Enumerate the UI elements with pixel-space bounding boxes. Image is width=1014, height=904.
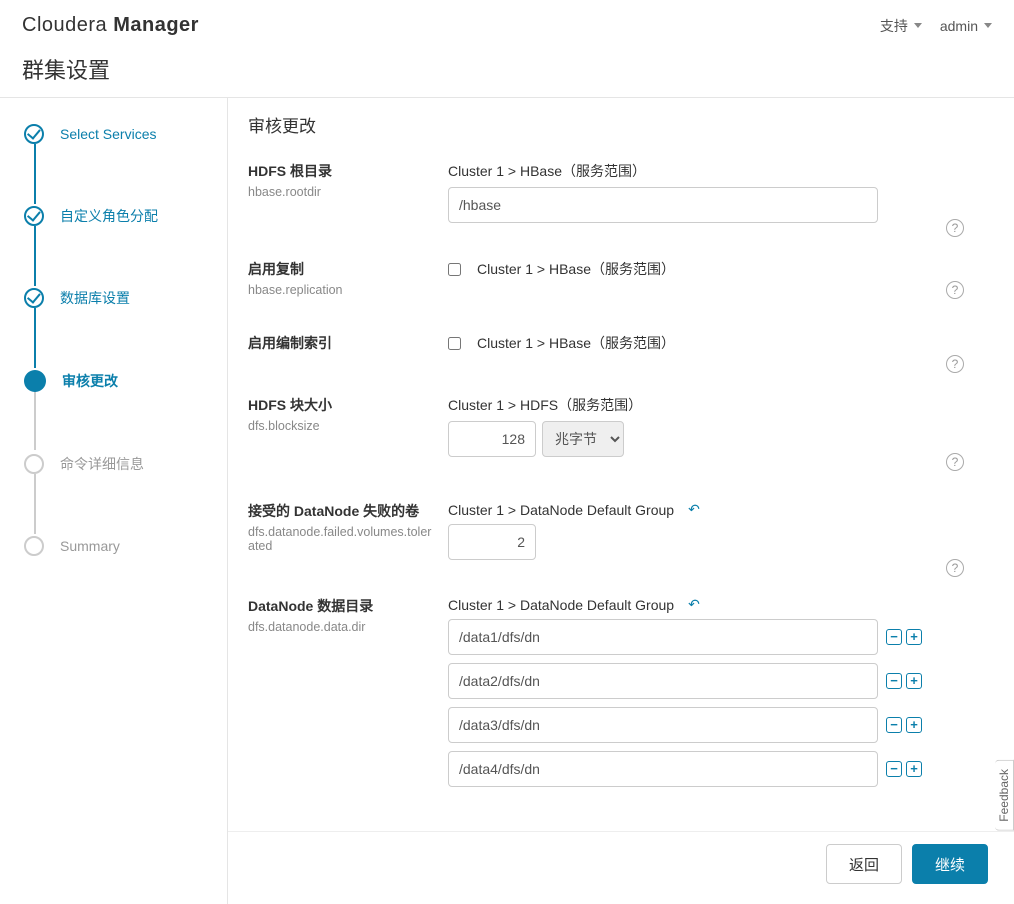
continue-button[interactable]: 继续 xyxy=(912,844,988,884)
setting-key: dfs.blocksize xyxy=(248,419,432,433)
setting-key: dfs.datanode.data.dir xyxy=(248,620,432,634)
datadir-row: −+ xyxy=(448,707,994,743)
setting-scope: Cluster 1 > HBase（服务范围） xyxy=(448,259,994,279)
step-summary: Summary xyxy=(24,536,217,556)
step-cmd-details: 命令详细信息 xyxy=(24,454,217,474)
setting-key: dfs.datanode.failed.volumes.tolerated xyxy=(248,525,432,553)
footer: 返回 继续 xyxy=(228,831,1014,896)
remove-button[interactable]: − xyxy=(886,629,902,645)
datadir-row: −+ xyxy=(448,663,994,699)
step-label: Select Services xyxy=(60,126,156,142)
blocksize-unit-select[interactable]: 兆字节 xyxy=(542,421,624,457)
back-button[interactable]: 返回 xyxy=(826,844,902,884)
help-icon[interactable]: ? xyxy=(946,453,964,471)
step-line xyxy=(34,474,36,534)
caret-icon xyxy=(914,23,922,28)
setting-scope: Cluster 1 > DataNode Default Group ↶ xyxy=(448,501,994,518)
step-db-setup[interactable]: 数据库设置 xyxy=(24,288,217,308)
step-label: 审核更改 xyxy=(62,371,118,391)
add-button[interactable]: + xyxy=(906,717,922,733)
step-line xyxy=(34,390,36,450)
help-icon[interactable]: ? xyxy=(946,559,964,577)
scope-text: Cluster 1 > HBase（服务范围） xyxy=(477,259,675,279)
add-button[interactable]: + xyxy=(906,761,922,777)
remove-button[interactable]: − xyxy=(886,761,902,777)
step-label: 自定义角色分配 xyxy=(60,206,158,226)
step-label: 命令详细信息 xyxy=(60,454,144,474)
top-links: 支持 admin xyxy=(880,16,992,36)
setting-hbase-replication: 启用复制 hbase.replication Cluster 1 > HBase… xyxy=(248,259,994,297)
check-icon xyxy=(24,288,44,308)
scope-text: Cluster 1 > DataNode Default Group xyxy=(448,597,674,613)
setting-label: HDFS 根目录 xyxy=(248,161,432,181)
step-line xyxy=(34,226,36,286)
remove-button[interactable]: − xyxy=(886,673,902,689)
user-label: admin xyxy=(940,18,978,34)
setting-hbase-rootdir: HDFS 根目录 hbase.rootdir Cluster 1 > HBase… xyxy=(248,161,994,223)
brand-bold: Manager xyxy=(113,14,199,36)
indexing-checkbox[interactable] xyxy=(448,337,461,350)
rootdir-input[interactable] xyxy=(448,187,878,223)
setting-scope: Cluster 1 > HBase（服务范围） xyxy=(448,333,994,353)
setting-label: HDFS 块大小 xyxy=(248,395,432,415)
help-icon[interactable]: ? xyxy=(946,355,964,373)
step-select-services[interactable]: Select Services xyxy=(24,124,217,144)
caret-icon xyxy=(984,23,992,28)
feedback-tab[interactable]: Feedback xyxy=(995,760,1014,831)
setting-key: hbase.replication xyxy=(248,283,432,297)
scope-text: Cluster 1 > DataNode Default Group xyxy=(448,502,674,518)
step-line xyxy=(34,144,36,204)
undo-icon[interactable]: ↶ xyxy=(688,596,700,613)
setting-dfs-blocksize: HDFS 块大小 dfs.blocksize Cluster 1 > HDFS（… xyxy=(248,395,994,465)
step-label: 数据库设置 xyxy=(60,288,130,308)
datadir-row: −+ xyxy=(448,751,994,787)
pending-step-icon xyxy=(24,536,44,556)
datadir-input[interactable] xyxy=(448,619,878,655)
check-icon xyxy=(24,206,44,226)
setting-scope: Cluster 1 > HBase（服务范围） xyxy=(448,161,994,181)
check-icon xyxy=(24,124,44,144)
setting-hbase-indexing: 启用编制索引 Cluster 1 > HBase（服务范围） ? xyxy=(248,333,994,359)
blocksize-input[interactable] xyxy=(448,421,536,457)
setting-label: 接受的 DataNode 失败的卷 xyxy=(248,501,432,521)
topbar: Cloudera Manager 支持 admin xyxy=(0,0,1014,47)
add-button[interactable]: + xyxy=(906,629,922,645)
remove-button[interactable]: − xyxy=(886,717,902,733)
datadir-input[interactable] xyxy=(448,663,878,699)
step-assign-roles[interactable]: 自定义角色分配 xyxy=(24,206,217,226)
setting-failed-volumes: 接受的 DataNode 失败的卷 dfs.datanode.failed.vo… xyxy=(248,501,994,560)
step-review[interactable]: 审核更改 xyxy=(24,370,217,392)
setting-label: DataNode 数据目录 xyxy=(248,596,432,616)
wizard: Select Services 自定义角色分配 数据库设置 审核更改 命令详细信… xyxy=(0,98,1014,904)
failedvols-input[interactable] xyxy=(448,524,536,560)
datadir-row: −+ xyxy=(448,619,994,655)
current-step-icon xyxy=(24,370,46,392)
support-link[interactable]: 支持 xyxy=(880,16,922,36)
pending-step-icon xyxy=(24,454,44,474)
add-button[interactable]: + xyxy=(906,673,922,689)
setting-label: 启用编制索引 xyxy=(248,333,432,353)
replication-checkbox[interactable] xyxy=(448,263,461,276)
support-label: 支持 xyxy=(880,16,908,36)
page-title: 群集设置 xyxy=(0,47,1014,97)
scope-text: Cluster 1 > HBase（服务范围） xyxy=(477,333,675,353)
undo-icon[interactable]: ↶ xyxy=(688,501,700,518)
setting-data-dir: DataNode 数据目录 dfs.datanode.data.dir Clus… xyxy=(248,596,994,795)
help-icon[interactable]: ? xyxy=(946,219,964,237)
content-title: 审核更改 xyxy=(248,112,994,137)
datadir-input[interactable] xyxy=(448,751,878,787)
setting-label: 启用复制 xyxy=(248,259,432,279)
setting-scope: Cluster 1 > HDFS（服务范围） xyxy=(448,395,994,415)
content[interactable]: 审核更改 HDFS 根目录 hbase.rootdir Cluster 1 > … xyxy=(228,98,1014,904)
setting-key: hbase.rootdir xyxy=(248,185,432,199)
setting-scope: Cluster 1 > DataNode Default Group ↶ xyxy=(448,596,994,613)
sidebar: Select Services 自定义角色分配 数据库设置 审核更改 命令详细信… xyxy=(0,98,228,904)
brand-light: Cloudera xyxy=(22,14,113,36)
help-icon[interactable]: ? xyxy=(946,281,964,299)
step-line xyxy=(34,308,36,368)
step-label: Summary xyxy=(60,538,120,554)
user-link[interactable]: admin xyxy=(940,16,992,36)
datadir-input[interactable] xyxy=(448,707,878,743)
brand: Cloudera Manager xyxy=(22,14,199,37)
